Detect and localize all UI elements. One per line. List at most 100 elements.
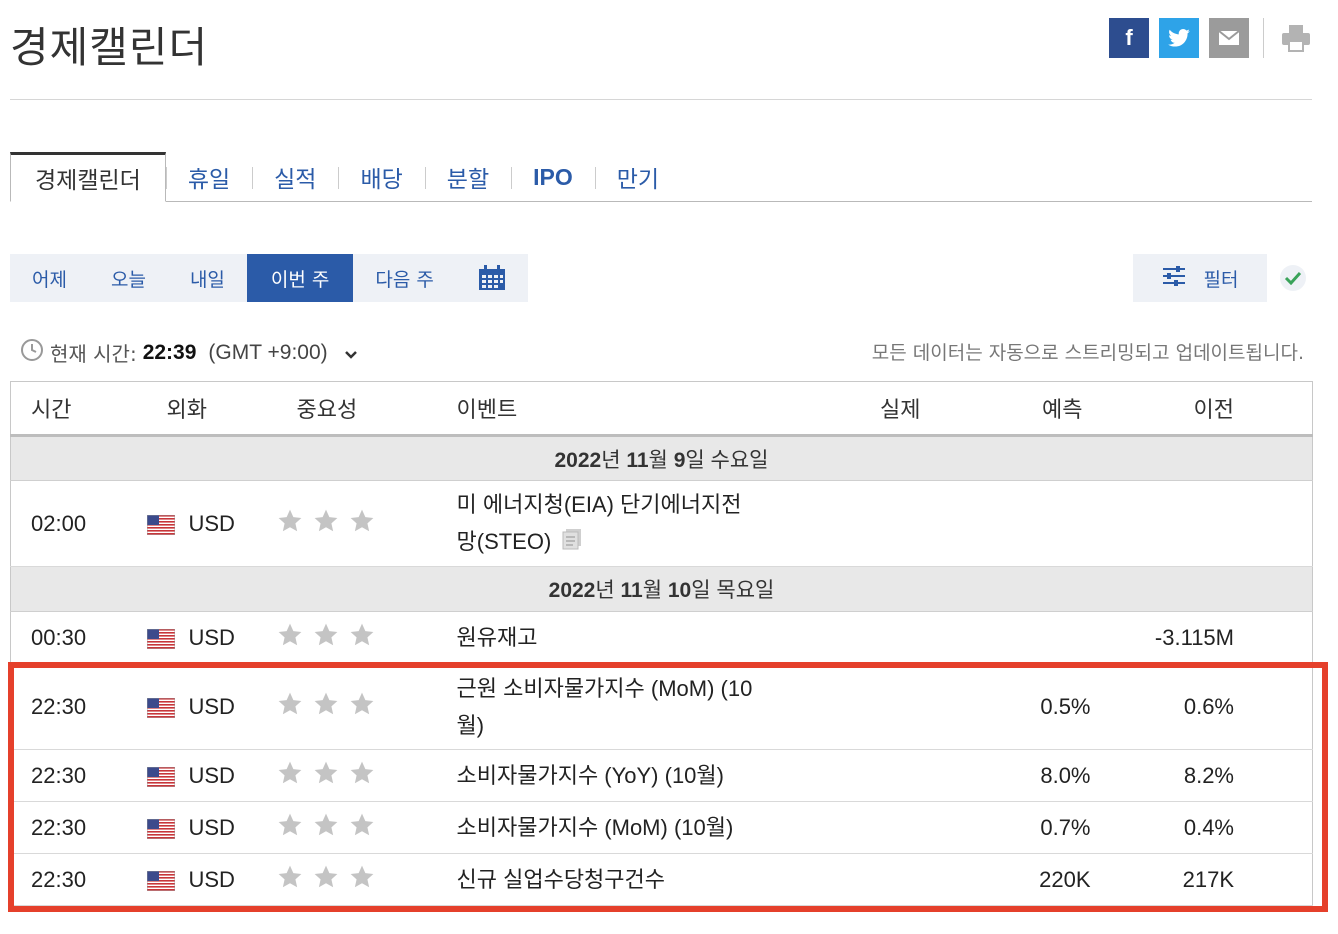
date-next-week-button[interactable]: 다음 주 [353,254,455,302]
filter-sliders-icon [1162,265,1186,291]
date-range-selector: 어제 오늘 내일 이번 주 다음 주 [10,254,528,302]
event-name[interactable]: 근원 소비자물가지수 (MoM) (10 월) [456,663,837,750]
currency-code: USD [188,866,235,892]
date-today-button[interactable]: 오늘 [89,254,168,302]
currency-cell: USD [146,480,277,567]
economic-calendar-table: 시간 외화 중요성 이벤트 실제 예측 이전 2022년 11월 9일 수요일 … [10,381,1313,906]
table-row[interactable]: 00:30 USD 원유재고 -3.115M [10,611,1313,664]
actual-value [836,663,987,750]
mail-icon[interactable] [1209,18,1249,58]
star-icon [313,508,339,540]
currency-cell: USD [146,853,277,906]
event-name[interactable]: 소비자물가지수 (MoM) (10월) [456,801,837,854]
currency-cell: USD [146,749,277,802]
streaming-notice: 모든 데이터는 자동으로 스트리밍되고 업데이트됩니다. [871,342,1304,364]
print-icon[interactable] [1278,18,1314,58]
page-title: 경제캘린더 [10,23,209,72]
current-time-label: 현재 시간: [50,342,137,366]
event-time: 22:30 [10,801,147,854]
star-icon [313,622,339,654]
date-yesterday-button[interactable]: 어제 [10,254,89,302]
actual-value [836,611,987,664]
currency-cell: USD [146,801,277,854]
star-icon [349,864,375,896]
previous-value: -3.115M [1106,611,1313,664]
event-name[interactable]: 신규 실업수당청구건수 [456,853,837,906]
filter-applied-check-icon [1280,265,1306,291]
date-group-label: 2022년 11월 10일 목요일 [10,566,1313,612]
star-icon [349,812,375,844]
actual-value [836,749,987,802]
filter-label: 필터 [1203,268,1239,291]
forecast-value [986,480,1107,567]
table-row[interactable]: 22:30 USD 신규 실업수당청구건수 220K 217K [10,853,1313,906]
date-tomorrow-button[interactable]: 내일 [168,254,247,302]
event-name-line: 망(STEO) [456,528,552,554]
currency-code: USD [188,814,235,840]
star-icon [277,864,303,896]
tab-economic-calendar[interactable]: 경제캘린더 [10,152,166,202]
previous-value: 217K [1106,853,1313,906]
star-icon [277,812,303,844]
previous-value: 8.2% [1106,749,1313,802]
event-name[interactable]: 미 에너지청(EIA) 단기에너지전 망(STEO) [456,480,837,567]
event-time: 00:30 [10,611,147,664]
us-flag-icon [146,514,175,536]
actual-value [836,801,987,854]
forecast-value: 220K [986,853,1107,906]
event-name[interactable]: 원유재고 [456,611,837,664]
previous-value [1106,480,1313,567]
current-time-selector[interactable]: 현재 시간: 22:39 (GMT +9:00) [20,338,358,367]
currency-cell: USD [146,611,277,664]
header-importance: 중요성 [276,381,457,437]
document-icon[interactable] [561,524,583,561]
header-previous: 이전 [1106,381,1313,437]
table-row[interactable]: 22:30 USD 소비자물가지수 (YoY) (10월) 8.0% 8.2% [10,749,1313,802]
us-flag-icon [146,766,175,788]
star-icon [313,691,339,723]
importance-stars [276,663,457,750]
star-icon [277,691,303,723]
us-flag-icon [146,697,175,719]
star-icon [313,812,339,844]
event-name-line: 월) [456,712,485,738]
header-currency: 외화 [146,381,277,437]
us-flag-icon [146,628,175,650]
star-icon [349,508,375,540]
calendar-icon[interactable] [456,254,528,302]
actual-value [836,853,987,906]
table-row[interactable]: 22:30 USD 소비자물가지수 (MoM) (10월) 0.7% 0.4% [10,801,1313,854]
title-divider [10,99,1312,100]
tab-expiration[interactable]: 만기 [594,153,681,201]
currency-code: USD [188,762,235,788]
star-icon [349,691,375,723]
table-row[interactable]: 02:00 USD 미 에너지청(EIA) 단기에너지전 망(STEO) [10,480,1313,567]
tab-dividends[interactable]: 배당 [338,153,424,201]
table-row[interactable]: 22:30 USD 근원 소비자물가지수 (MoM) (10 월) 0.5% 0… [10,663,1313,750]
header-time: 시간 [10,381,147,437]
tab-earnings[interactable]: 실적 [252,153,338,201]
star-icon [277,508,303,540]
importance-stars [276,480,457,567]
tab-holidays[interactable]: 휴일 [165,153,252,201]
twitter-icon[interactable] [1159,18,1199,58]
importance-stars [276,801,457,854]
table-header-row: 시간 외화 중요성 이벤트 실제 예측 이전 [10,381,1313,437]
date-this-week-button[interactable]: 이번 주 [246,254,354,302]
tab-splits[interactable]: 분할 [424,153,511,201]
tab-ipo[interactable]: IPO [511,153,595,201]
forecast-value: 0.7% [986,801,1107,854]
share-toolbar: f [1109,18,1314,58]
currency-cell: USD [146,663,277,750]
clock-icon [20,338,44,367]
date-group-label: 2022년 11월 9일 수요일 [10,435,1313,481]
filter-button[interactable]: 필터 [1133,254,1267,302]
chevron-down-icon[interactable] [344,341,358,365]
currency-code: USD [188,693,235,719]
importance-stars [276,611,457,664]
facebook-icon[interactable]: f [1109,18,1149,58]
previous-value: 0.4% [1106,801,1313,854]
timezone-label: (GMT +9:00) [208,340,328,364]
event-name[interactable]: 소비자물가지수 (YoY) (10월) [456,749,837,802]
star-icon [277,622,303,654]
